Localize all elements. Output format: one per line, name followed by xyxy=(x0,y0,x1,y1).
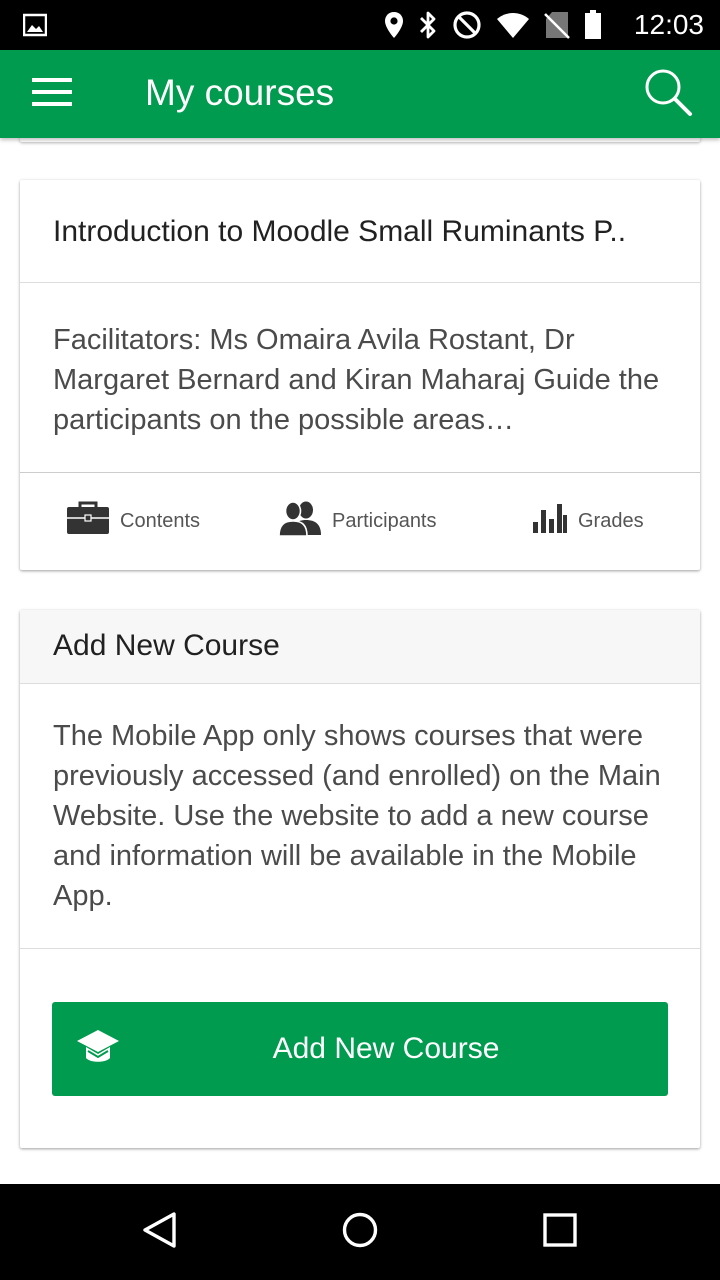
wifi-icon xyxy=(496,11,530,39)
participants-button[interactable]: Participants xyxy=(278,473,437,569)
recents-icon xyxy=(542,1212,578,1253)
home-button[interactable] xyxy=(336,1208,384,1256)
bluetooth-icon xyxy=(418,10,438,40)
course-title-row[interactable]: Introduction to Moodle Small Ruminants P… xyxy=(20,180,700,283)
home-icon xyxy=(340,1210,380,1255)
course-title[interactable]: Introduction to Moodle Small Ruminants P… xyxy=(53,214,668,250)
course-actions: Contents Participants Grades xyxy=(20,473,700,569)
status-icons xyxy=(384,10,602,40)
add-new-course-label: Add New Course xyxy=(272,1032,500,1065)
grades-label: Grades xyxy=(578,509,644,532)
previous-card-edge xyxy=(20,138,700,142)
contents-label: Contents xyxy=(120,509,201,532)
add-new-course-button[interactable]: Add New Course xyxy=(52,1002,668,1096)
bar-chart-icon xyxy=(532,502,568,540)
course-summary: Facilitators: Ms Omaira Avila Rostant, D… xyxy=(20,283,700,473)
course-card[interactable]: Introduction to Moodle Small Ruminants P… xyxy=(20,180,700,570)
back-icon xyxy=(140,1210,180,1255)
menu-button[interactable] xyxy=(22,70,82,118)
add-course-header: Add New Course xyxy=(20,610,700,684)
battery-icon xyxy=(584,10,602,40)
search-button[interactable] xyxy=(638,64,698,124)
briefcase-icon xyxy=(66,501,110,541)
navigation-bar xyxy=(0,1184,720,1280)
image-icon xyxy=(22,13,48,37)
search-icon xyxy=(643,67,693,122)
add-course-card: Add New Course The Mobile App only shows… xyxy=(20,610,700,1148)
recents-button[interactable] xyxy=(536,1208,584,1256)
menu-icon xyxy=(32,77,72,112)
page-title: My courses xyxy=(145,72,335,113)
status-time: 12:03 xyxy=(633,9,704,40)
do-not-disturb-icon xyxy=(452,10,482,40)
back-button[interactable] xyxy=(136,1208,184,1256)
location-icon xyxy=(384,11,404,39)
participants-label: Participants xyxy=(332,509,437,532)
status-bar: 12:03 xyxy=(0,0,720,50)
add-course-info: The Mobile App only shows courses that w… xyxy=(20,684,700,949)
contents-button[interactable]: Contents xyxy=(66,473,200,569)
no-sim-icon xyxy=(544,11,570,39)
people-icon xyxy=(278,500,322,542)
app-bar: My courses xyxy=(0,50,720,138)
grades-button[interactable]: Grades xyxy=(532,473,644,569)
course-list[interactable]: Introduction to Moodle Small Ruminants P… xyxy=(0,138,720,1184)
